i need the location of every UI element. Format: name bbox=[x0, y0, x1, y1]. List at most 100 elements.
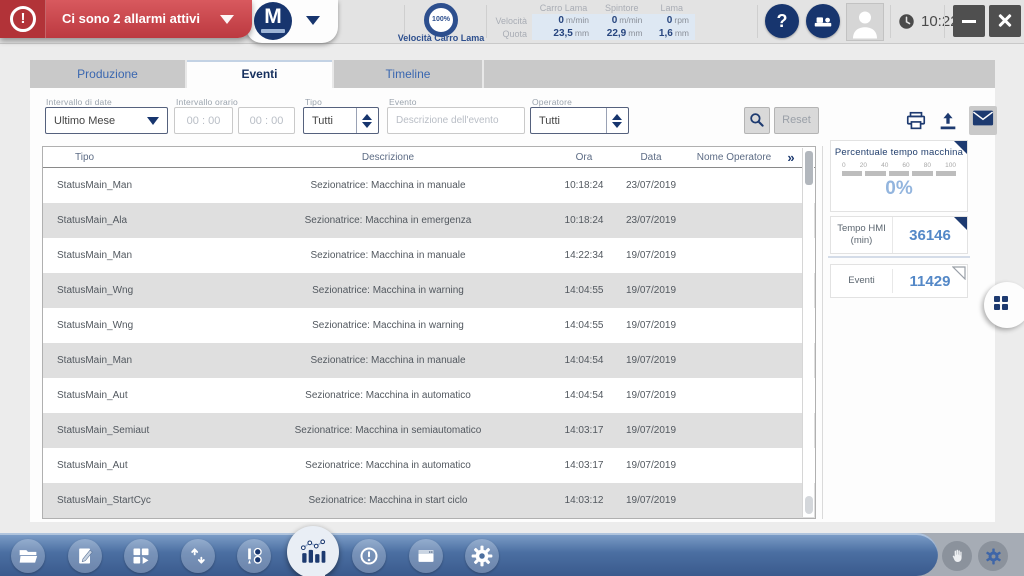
type-select[interactable]: Tutti bbox=[303, 107, 379, 134]
sidebar-divider bbox=[822, 146, 823, 519]
header-data[interactable]: Data bbox=[615, 152, 687, 163]
tab-produzione[interactable]: Produzione bbox=[30, 60, 185, 88]
header-ora[interactable]: Ora bbox=[553, 152, 615, 163]
card-corner-icon bbox=[954, 217, 967, 230]
chevron-down-icon bbox=[147, 117, 159, 125]
cell-descrizione: Sezionatrice: Macchina in start ciclo bbox=[223, 495, 553, 506]
folder-icon bbox=[18, 546, 38, 566]
cell-ora: 14:04:54 bbox=[553, 390, 615, 401]
table-row[interactable]: StatusMain_Man Sezionatrice: Macchina in… bbox=[43, 343, 815, 378]
cell-data: 19/07/2019 bbox=[615, 390, 687, 401]
export-icon[interactable] bbox=[937, 110, 959, 132]
operator-select[interactable]: Tutti bbox=[530, 107, 629, 134]
operator-value: Tutti bbox=[539, 115, 606, 127]
scale-tick: 60 bbox=[902, 162, 909, 169]
cell-ora: 14:03:17 bbox=[553, 425, 615, 436]
cell-descrizione: Sezionatrice: Macchina in warning bbox=[223, 285, 553, 296]
reset-button[interactable]: Reset bbox=[774, 107, 819, 134]
cell-ora: 14:22:34 bbox=[553, 250, 615, 261]
alarm-dropdown-icon[interactable] bbox=[220, 15, 234, 24]
cell-ora: 14:03:17 bbox=[553, 460, 615, 471]
nav-tooling-button[interactable] bbox=[237, 539, 271, 573]
search-button[interactable] bbox=[744, 107, 770, 134]
nav-settings-button[interactable] bbox=[465, 539, 499, 573]
settings-icon bbox=[471, 545, 493, 567]
help-button[interactable]: ? bbox=[765, 4, 799, 38]
table-row[interactable]: StatusMain_Aut Sezionatrice: Macchina in… bbox=[43, 378, 815, 413]
nav-statistics-button[interactable] bbox=[287, 526, 339, 576]
header-descrizione[interactable]: Descrizione bbox=[223, 152, 553, 163]
events-table: Tipo Descrizione Ora Data Nome Operatore… bbox=[42, 146, 816, 519]
cell-ora: 10:18:24 bbox=[553, 180, 615, 191]
time-from-input[interactable] bbox=[174, 107, 233, 134]
move-axes-icon bbox=[188, 546, 208, 566]
quick-settings-button[interactable] bbox=[978, 541, 1008, 571]
table-row[interactable]: StatusMain_Ala Sezionatrice: Macchina in… bbox=[43, 203, 815, 238]
table-row[interactable]: StatusMain_Man Sezionatrice: Macchina in… bbox=[43, 168, 815, 203]
axes-col-header: Spintore bbox=[595, 3, 648, 14]
active-alarms-banner[interactable]: ! Ci sono 2 allarmi attivi bbox=[0, 0, 252, 38]
clock-display: 10:22 bbox=[898, 13, 959, 30]
axes-value-cell: 1,6mm bbox=[648, 27, 695, 40]
axes-value-cell: 0rpm bbox=[648, 14, 695, 27]
nav-axes-button[interactable] bbox=[181, 539, 215, 573]
table-row[interactable]: StatusMain_Wng Sezionatrice: Macchina in… bbox=[43, 308, 815, 343]
axes-value-cell: 0m/min bbox=[595, 14, 648, 27]
side-drawer-handle[interactable] bbox=[984, 282, 1024, 328]
type-label: Tipo bbox=[305, 97, 322, 107]
event-description-input[interactable] bbox=[387, 107, 525, 134]
cell-tipo: StatusMain_Semiaut bbox=[43, 425, 223, 436]
spinner-icon[interactable] bbox=[356, 108, 378, 133]
nav-terminal-button[interactable] bbox=[409, 539, 443, 573]
date-range-label: Intervallo di date bbox=[46, 97, 112, 107]
cell-data: 19/07/2019 bbox=[615, 320, 687, 331]
table-scrollbar[interactable] bbox=[802, 148, 814, 517]
tooling-icon bbox=[244, 546, 264, 566]
cell-tipo: StatusMain_Wng bbox=[43, 285, 223, 296]
hmi-screen: M ! Ci sono 2 allarmi attivi 100% Veloci… bbox=[0, 0, 1024, 576]
speed-gauge-value: 100% bbox=[429, 8, 453, 32]
tab-timeline[interactable]: Timeline bbox=[334, 60, 482, 88]
cell-data: 19/07/2019 bbox=[615, 285, 687, 296]
cell-tipo: StatusMain_Man bbox=[43, 180, 223, 191]
top-status-bar: M ! Ci sono 2 allarmi attivi 100% Veloci… bbox=[0, 0, 1024, 44]
logo-menu[interactable]: M bbox=[246, 0, 338, 43]
machine-button[interactable] bbox=[806, 4, 840, 38]
alarm-icon-box: ! bbox=[0, 0, 46, 38]
cell-descrizione: Sezionatrice: Macchina in emergenza bbox=[223, 215, 553, 226]
table-row[interactable]: StatusMain_Man Sezionatrice: Macchina in… bbox=[43, 238, 815, 273]
table-row[interactable]: StatusMain_Semiaut Sezionatrice: Macchin… bbox=[43, 413, 815, 448]
nav-programs-button[interactable] bbox=[124, 539, 158, 573]
table-row[interactable]: StatusMain_Wng Sezionatrice: Macchina in… bbox=[43, 273, 815, 308]
logo-dropdown-icon[interactable] bbox=[306, 16, 320, 25]
divider bbox=[944, 5, 945, 38]
nav-alarms-button[interactable] bbox=[352, 539, 386, 573]
table-row[interactable]: StatusMain_Aut Sezionatrice: Macchina in… bbox=[43, 448, 815, 483]
header-nome-operatore[interactable]: Nome Operatore bbox=[687, 152, 781, 163]
cell-ora: 14:04:55 bbox=[553, 320, 615, 331]
tab-eventi[interactable]: Eventi bbox=[187, 60, 332, 88]
print-icon[interactable] bbox=[905, 110, 927, 132]
percent-scale: 0 20 40 60 80 100 bbox=[831, 158, 967, 169]
events-count-card[interactable]: Eventi 11429 bbox=[830, 264, 968, 298]
minimize-button[interactable] bbox=[953, 5, 985, 37]
percent-machine-card[interactable]: Percentuale tempo macchina 0 20 40 60 80… bbox=[830, 140, 968, 212]
touch-mode-button[interactable] bbox=[942, 541, 972, 571]
mail-button[interactable] bbox=[969, 106, 997, 135]
nav-files-button[interactable] bbox=[11, 539, 45, 573]
cell-data: 23/07/2019 bbox=[615, 180, 687, 191]
hmi-time-card[interactable]: Tempo HMI (min) 36146 bbox=[830, 216, 968, 254]
edit-icon bbox=[75, 546, 95, 566]
table-row[interactable]: StatusMain_StartCyc Sezionatrice: Macchi… bbox=[43, 483, 815, 518]
tab-strip: Produzione Eventi Timeline bbox=[30, 60, 995, 88]
time-to-input[interactable] bbox=[238, 107, 295, 134]
spinner-icon[interactable] bbox=[606, 108, 628, 133]
cell-tipo: StatusMain_Man bbox=[43, 355, 223, 366]
column-expand-icon[interactable]: » bbox=[781, 150, 801, 165]
date-range-select[interactable]: Ultimo Mese bbox=[45, 107, 168, 134]
header-tipo[interactable]: Tipo bbox=[43, 152, 223, 163]
scrollbar-thumb[interactable] bbox=[805, 151, 813, 185]
user-avatar-button[interactable] bbox=[846, 3, 884, 41]
close-button[interactable] bbox=[989, 5, 1021, 37]
nav-edit-button[interactable] bbox=[68, 539, 102, 573]
